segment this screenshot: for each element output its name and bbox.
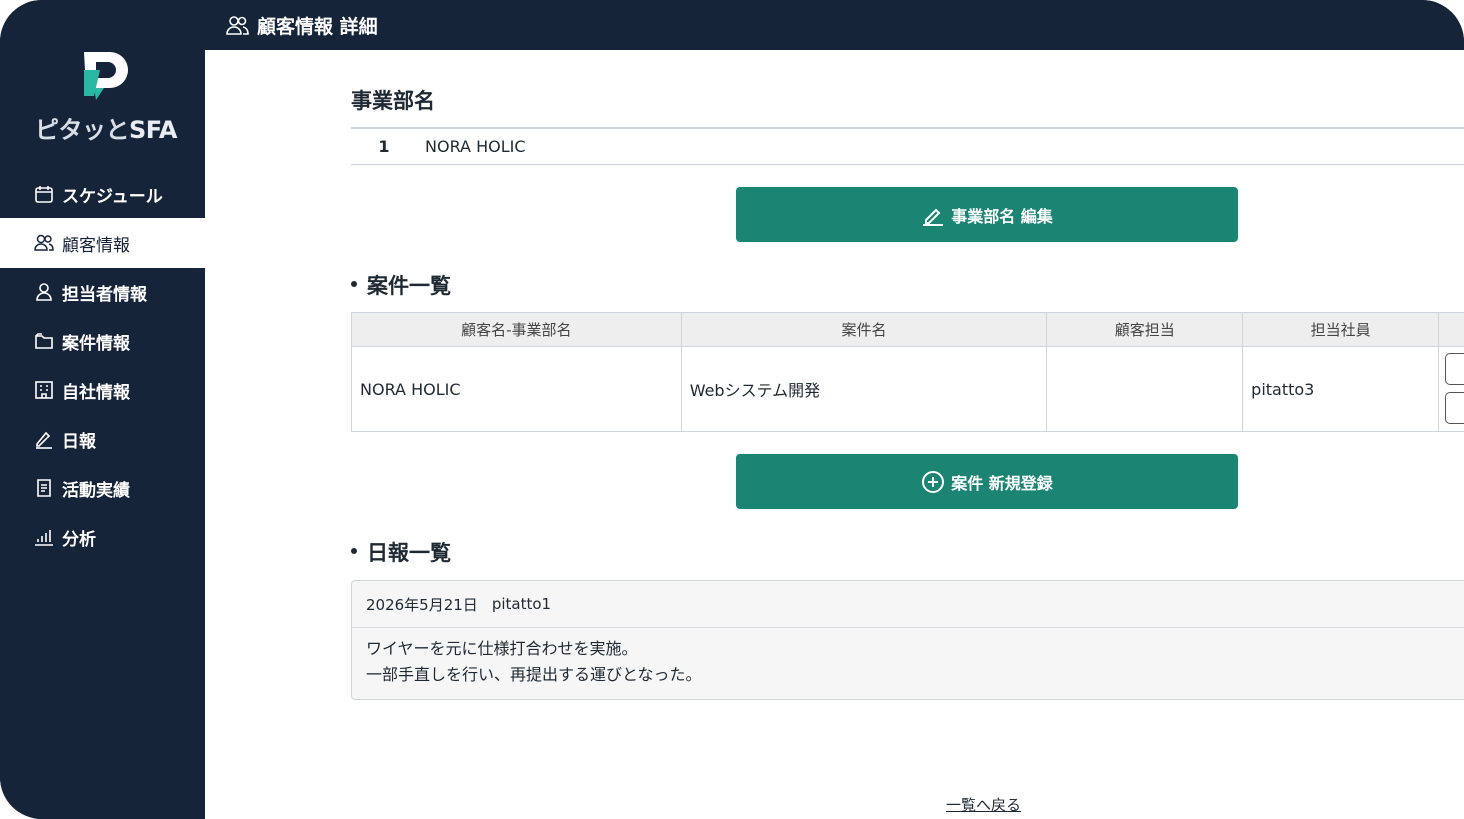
cell-customer: NORA HOLIC	[351, 346, 682, 432]
sidebar-item-label: 分析	[62, 529, 96, 550]
cell-staff: pitatto3	[1242, 346, 1440, 432]
sidebar-item-label: 自社情報	[62, 382, 130, 403]
sidebar-item-label: 担当者情報	[62, 284, 147, 305]
reports-heading-text: 日報一覧	[367, 541, 451, 565]
app-window: ピタッとSFA スケジュール 顧客情報 担当者情報 案件情報 自社情報 日報 活…	[0, 0, 1464, 819]
sidebar: ピタッとSFA スケジュール 顧客情報 担当者情報 案件情報 自社情報 日報 活…	[0, 0, 205, 819]
column-header: 案件名	[680, 312, 1048, 347]
calendar-icon	[35, 186, 53, 203]
department-number: 1	[378, 137, 390, 156]
department-name: NORA HOLIC	[425, 137, 526, 156]
user-icon	[36, 283, 52, 301]
sidebar-item-label: 顧客情報	[62, 235, 130, 256]
sidebar-item-customers[interactable]: 顧客情報	[0, 218, 205, 268]
sidebar-item-company[interactable]: 自社情報	[0, 365, 205, 415]
new-project-button[interactable]: 案件 新規登録	[736, 454, 1238, 509]
row-edit-button[interactable]	[1445, 392, 1464, 424]
pen-icon	[36, 431, 52, 449]
report-date: 2026年5月21日	[366, 595, 478, 614]
sidebar-item-projects[interactable]: 案件情報	[0, 316, 205, 366]
report-card[interactable]: 2026年5月21日 pitatto1 ワイヤーを元に仕様打合わせを実施。 一部…	[351, 580, 1464, 700]
department-heading: 事業部名	[351, 89, 435, 113]
table-header-row: 顧客名-事業部名 案件名 顧客担当 担当社員	[351, 312, 1464, 347]
folder-icon	[35, 333, 53, 349]
cell-contact	[1046, 346, 1244, 432]
sidebar-item-label: 案件情報	[62, 333, 130, 354]
brand-sfa: SFA	[129, 116, 178, 144]
department-row: 1 NORA HOLIC	[351, 127, 1464, 165]
users-icon	[34, 234, 54, 251]
new-project-label: 案件 新規登録	[951, 473, 1053, 493]
sidebar-item-label: 日報	[62, 431, 96, 452]
brand-logo-text: ピタッとSFA	[35, 110, 178, 145]
sidebar-item-label: スケジュール	[62, 186, 163, 207]
column-header: 顧客名-事業部名	[351, 312, 682, 347]
table-row[interactable]: NORA HOLIC Webシステム開発 pitatto3	[351, 346, 1464, 432]
bullet-icon	[351, 281, 357, 287]
report-line: ワイヤーを元に仕様打合わせを実施。	[366, 639, 638, 658]
column-header-actions	[1438, 312, 1464, 347]
back-to-list-link[interactable]: 一覧へ戻る	[946, 794, 1021, 815]
column-header: 担当社員	[1242, 312, 1440, 347]
report-line: 一部手直しを行い、再提出する運びとなった。	[366, 665, 702, 684]
report-header: 2026年5月21日 pitatto1	[352, 581, 1464, 628]
sidebar-item-label: 活動実績	[62, 480, 130, 501]
main-content: 事業部名 1 NORA HOLIC 事業部名 編集 案件一覧 顧客名-事業部名 …	[205, 50, 1464, 819]
sidebar-item-schedule[interactable]: スケジュール	[0, 169, 205, 219]
users-icon	[226, 16, 249, 35]
edit-department-button[interactable]: 事業部名 編集	[736, 187, 1238, 242]
row-view-button[interactable]	[1445, 353, 1464, 385]
page-title: 顧客情報 詳細	[257, 15, 378, 38]
bar-chart-icon	[35, 530, 53, 546]
projects-heading: 案件一覧	[351, 270, 451, 300]
projects-table: 顧客名-事業部名 案件名 顧客担当 担当社員 NORA HOLIC Webシステ…	[351, 312, 1464, 432]
column-header: 顧客担当	[1046, 312, 1244, 347]
top-bar: 顧客情報 詳細	[205, 0, 1464, 50]
document-icon	[37, 479, 51, 497]
sidebar-item-activities[interactable]: 活動実績	[0, 463, 205, 513]
projects-heading-text: 案件一覧	[367, 274, 451, 298]
reports-heading: 日報一覧	[351, 537, 451, 567]
building-icon	[35, 381, 53, 399]
report-author: pitatto1	[491, 595, 552, 613]
cell-actions	[1438, 346, 1464, 432]
report-body: ワイヤーを元に仕様打合わせを実施。 一部手直しを行い、再提出する運びとなった。	[352, 628, 1464, 696]
bullet-icon	[351, 548, 357, 554]
cell-project: Webシステム開発	[680, 346, 1048, 432]
sidebar-item-daily-report[interactable]: 日報	[0, 414, 205, 464]
edit-department-label: 事業部名 編集	[951, 206, 1053, 226]
brand-name: ピタッと	[35, 116, 130, 144]
sidebar-item-contacts[interactable]: 担当者情報	[0, 267, 205, 317]
plus-circle-icon	[922, 470, 945, 493]
sidebar-item-analysis[interactable]: 分析	[0, 512, 205, 562]
pencil-icon	[923, 208, 944, 226]
